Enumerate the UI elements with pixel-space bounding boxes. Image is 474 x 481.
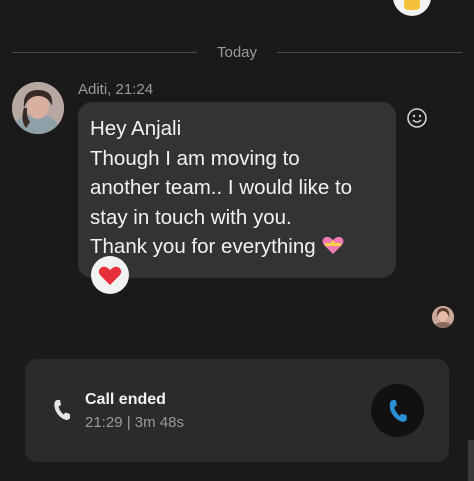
thumbs-up-reaction[interactable]	[393, 0, 431, 16]
message-line: stay in touch with you.	[90, 205, 292, 229]
divider-line-left	[12, 51, 197, 53]
thumbs-up-icon	[404, 0, 420, 10]
message-line: another team.. I would like to	[90, 176, 353, 199]
divider-line-right	[277, 51, 462, 53]
smiley-icon	[407, 108, 427, 128]
date-label: Today	[216, 43, 258, 61]
sender-avatar[interactable]	[12, 82, 64, 134]
message-bubble[interactable]: Hey Anjali Though I am moving to another…	[78, 102, 396, 278]
message-line: Though I am moving to	[90, 146, 300, 170]
call-time-duration: 21:29 | 3m 48s	[85, 414, 184, 431]
red-heart-icon	[98, 266, 122, 285]
scrollbar[interactable]	[468, 440, 474, 481]
heart-reaction[interactable]	[91, 256, 129, 294]
seen-by-avatar	[432, 306, 454, 328]
call-ended-card[interactable]: Call ended 21:29 | 3m 48s	[25, 359, 449, 462]
message-line-last: Thank you for everything	[90, 232, 384, 264]
heart-with-ribbon-icon	[322, 234, 344, 264]
message-line: Hey Anjali	[90, 117, 182, 140]
message-line-text: Thank you for everything	[90, 235, 316, 258]
call-status-title: Call ended	[85, 391, 166, 408]
phone-blue-icon	[389, 399, 407, 422]
add-reaction-button[interactable]	[406, 107, 428, 129]
phone-icon	[53, 399, 71, 421]
call-back-button[interactable]	[371, 384, 424, 437]
avatar-photo-icon	[12, 82, 64, 134]
chat-screen: Today Aditi, 21:24 Hey Anjali Though I a…	[0, 0, 474, 481]
avatar-photo-icon	[432, 306, 454, 328]
date-divider: Today	[12, 41, 462, 63]
sender-name-time: Aditi, 21:24	[78, 81, 154, 98]
